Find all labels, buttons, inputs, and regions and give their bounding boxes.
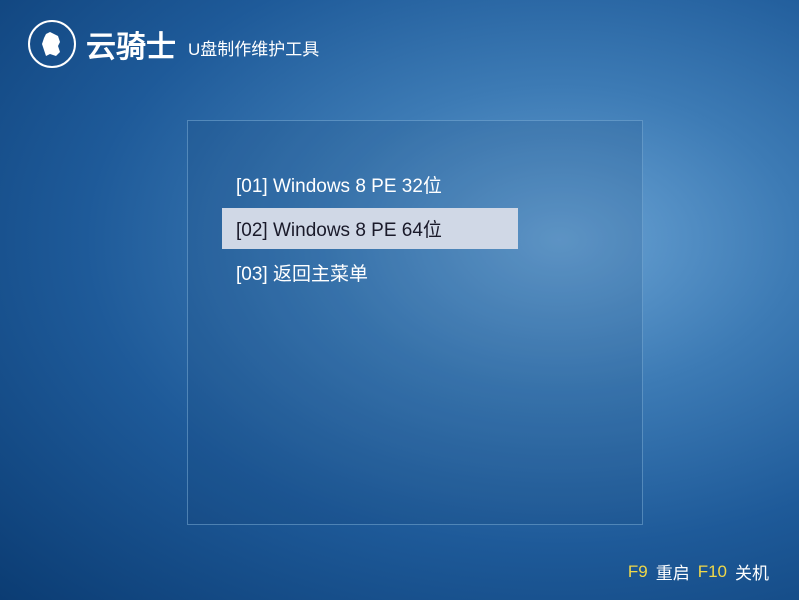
boot-menu-panel: [01] Windows 8 PE 32位 [02] Windows 8 PE …: [187, 120, 643, 525]
menu-item-return[interactable]: [03] 返回主菜单: [222, 252, 518, 293]
brand-name: 云骑士: [86, 22, 176, 66]
f9-label: 重启: [656, 559, 690, 584]
footer-hotkeys: F9 重启 F10 关机: [628, 559, 769, 584]
knight-logo-icon: [28, 20, 76, 68]
header: 云骑士 U盘制作维护工具: [0, 0, 799, 88]
subtitle: U盘制作维护工具: [188, 35, 319, 60]
menu-item-win8pe-32[interactable]: [01] Windows 8 PE 32位: [222, 164, 518, 205]
f10-key: F10: [698, 562, 727, 582]
f10-label: 关机: [735, 559, 769, 584]
menu-item-win8pe-64[interactable]: [02] Windows 8 PE 64位: [222, 208, 518, 249]
f9-key: F9: [628, 562, 648, 582]
